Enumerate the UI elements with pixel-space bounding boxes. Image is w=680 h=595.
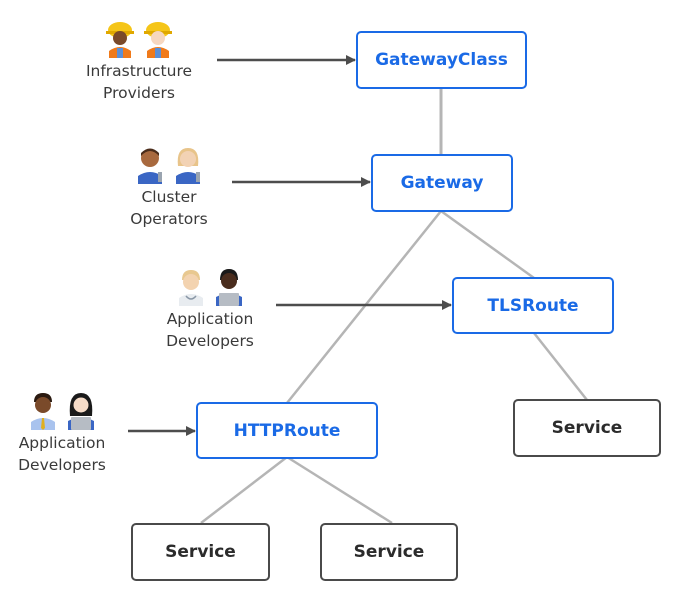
actor-label-line1: Application xyxy=(18,434,106,452)
actor-label-line1: Cluster xyxy=(141,188,197,206)
node-service-label: Service xyxy=(165,542,236,562)
mechanic-woman-icon xyxy=(176,148,200,184)
health-worker-icon xyxy=(179,270,203,306)
node-service-http-1[interactable]: Service xyxy=(131,523,270,581)
node-httproute-label: HTTPRoute xyxy=(233,420,341,441)
actor-infrastructure-providers: Infrastructure Providers xyxy=(74,18,204,104)
gateway-api-diagram: GatewayClass Gateway TLSRoute HTTPRoute … xyxy=(0,0,680,595)
actor-label-line2: Providers xyxy=(103,84,175,102)
node-gateway[interactable]: Gateway xyxy=(371,154,513,212)
technologist-icon xyxy=(216,269,242,306)
actor-application-developers-http: Application Developers xyxy=(0,390,127,476)
actor-application-developers-tls: Application Developers xyxy=(145,266,275,352)
node-service-label: Service xyxy=(551,418,623,438)
node-tlsroute-label: TLSRoute xyxy=(487,295,579,316)
construction-worker-woman-icon xyxy=(106,22,134,58)
connector-httproute-service-1 xyxy=(200,456,288,524)
node-gatewayclass-label: GatewayClass xyxy=(375,50,508,70)
mechanic-man-icon xyxy=(138,148,162,184)
node-httproute[interactable]: HTTPRoute xyxy=(196,402,378,459)
connector-gateway-httproute xyxy=(286,210,442,404)
node-gateway-label: Gateway xyxy=(400,173,484,193)
office-worker-man-icon xyxy=(31,393,55,430)
technologist-woman-icon xyxy=(68,393,94,430)
node-service-label: Service xyxy=(353,542,425,562)
node-service-tls[interactable]: Service xyxy=(513,399,661,457)
construction-worker-man-icon xyxy=(144,22,172,58)
connector-gateway-tlsroute xyxy=(440,209,535,280)
node-gatewayclass[interactable]: GatewayClass xyxy=(356,31,527,89)
actor-label-line2: Developers xyxy=(18,456,106,474)
actor-label-line2: Developers xyxy=(166,332,254,350)
actor-label-line1: Application xyxy=(166,310,254,328)
connector-httproute-service-2 xyxy=(286,455,393,525)
actor-label-line2: Operators xyxy=(130,210,208,228)
node-service-http-2[interactable]: Service xyxy=(320,523,458,581)
connector-tlsroute-service xyxy=(533,332,588,401)
node-tlsroute[interactable]: TLSRoute xyxy=(452,277,614,334)
actor-cluster-operators: Cluster Operators xyxy=(104,144,234,230)
actor-label-line1: Infrastructure xyxy=(85,62,193,80)
